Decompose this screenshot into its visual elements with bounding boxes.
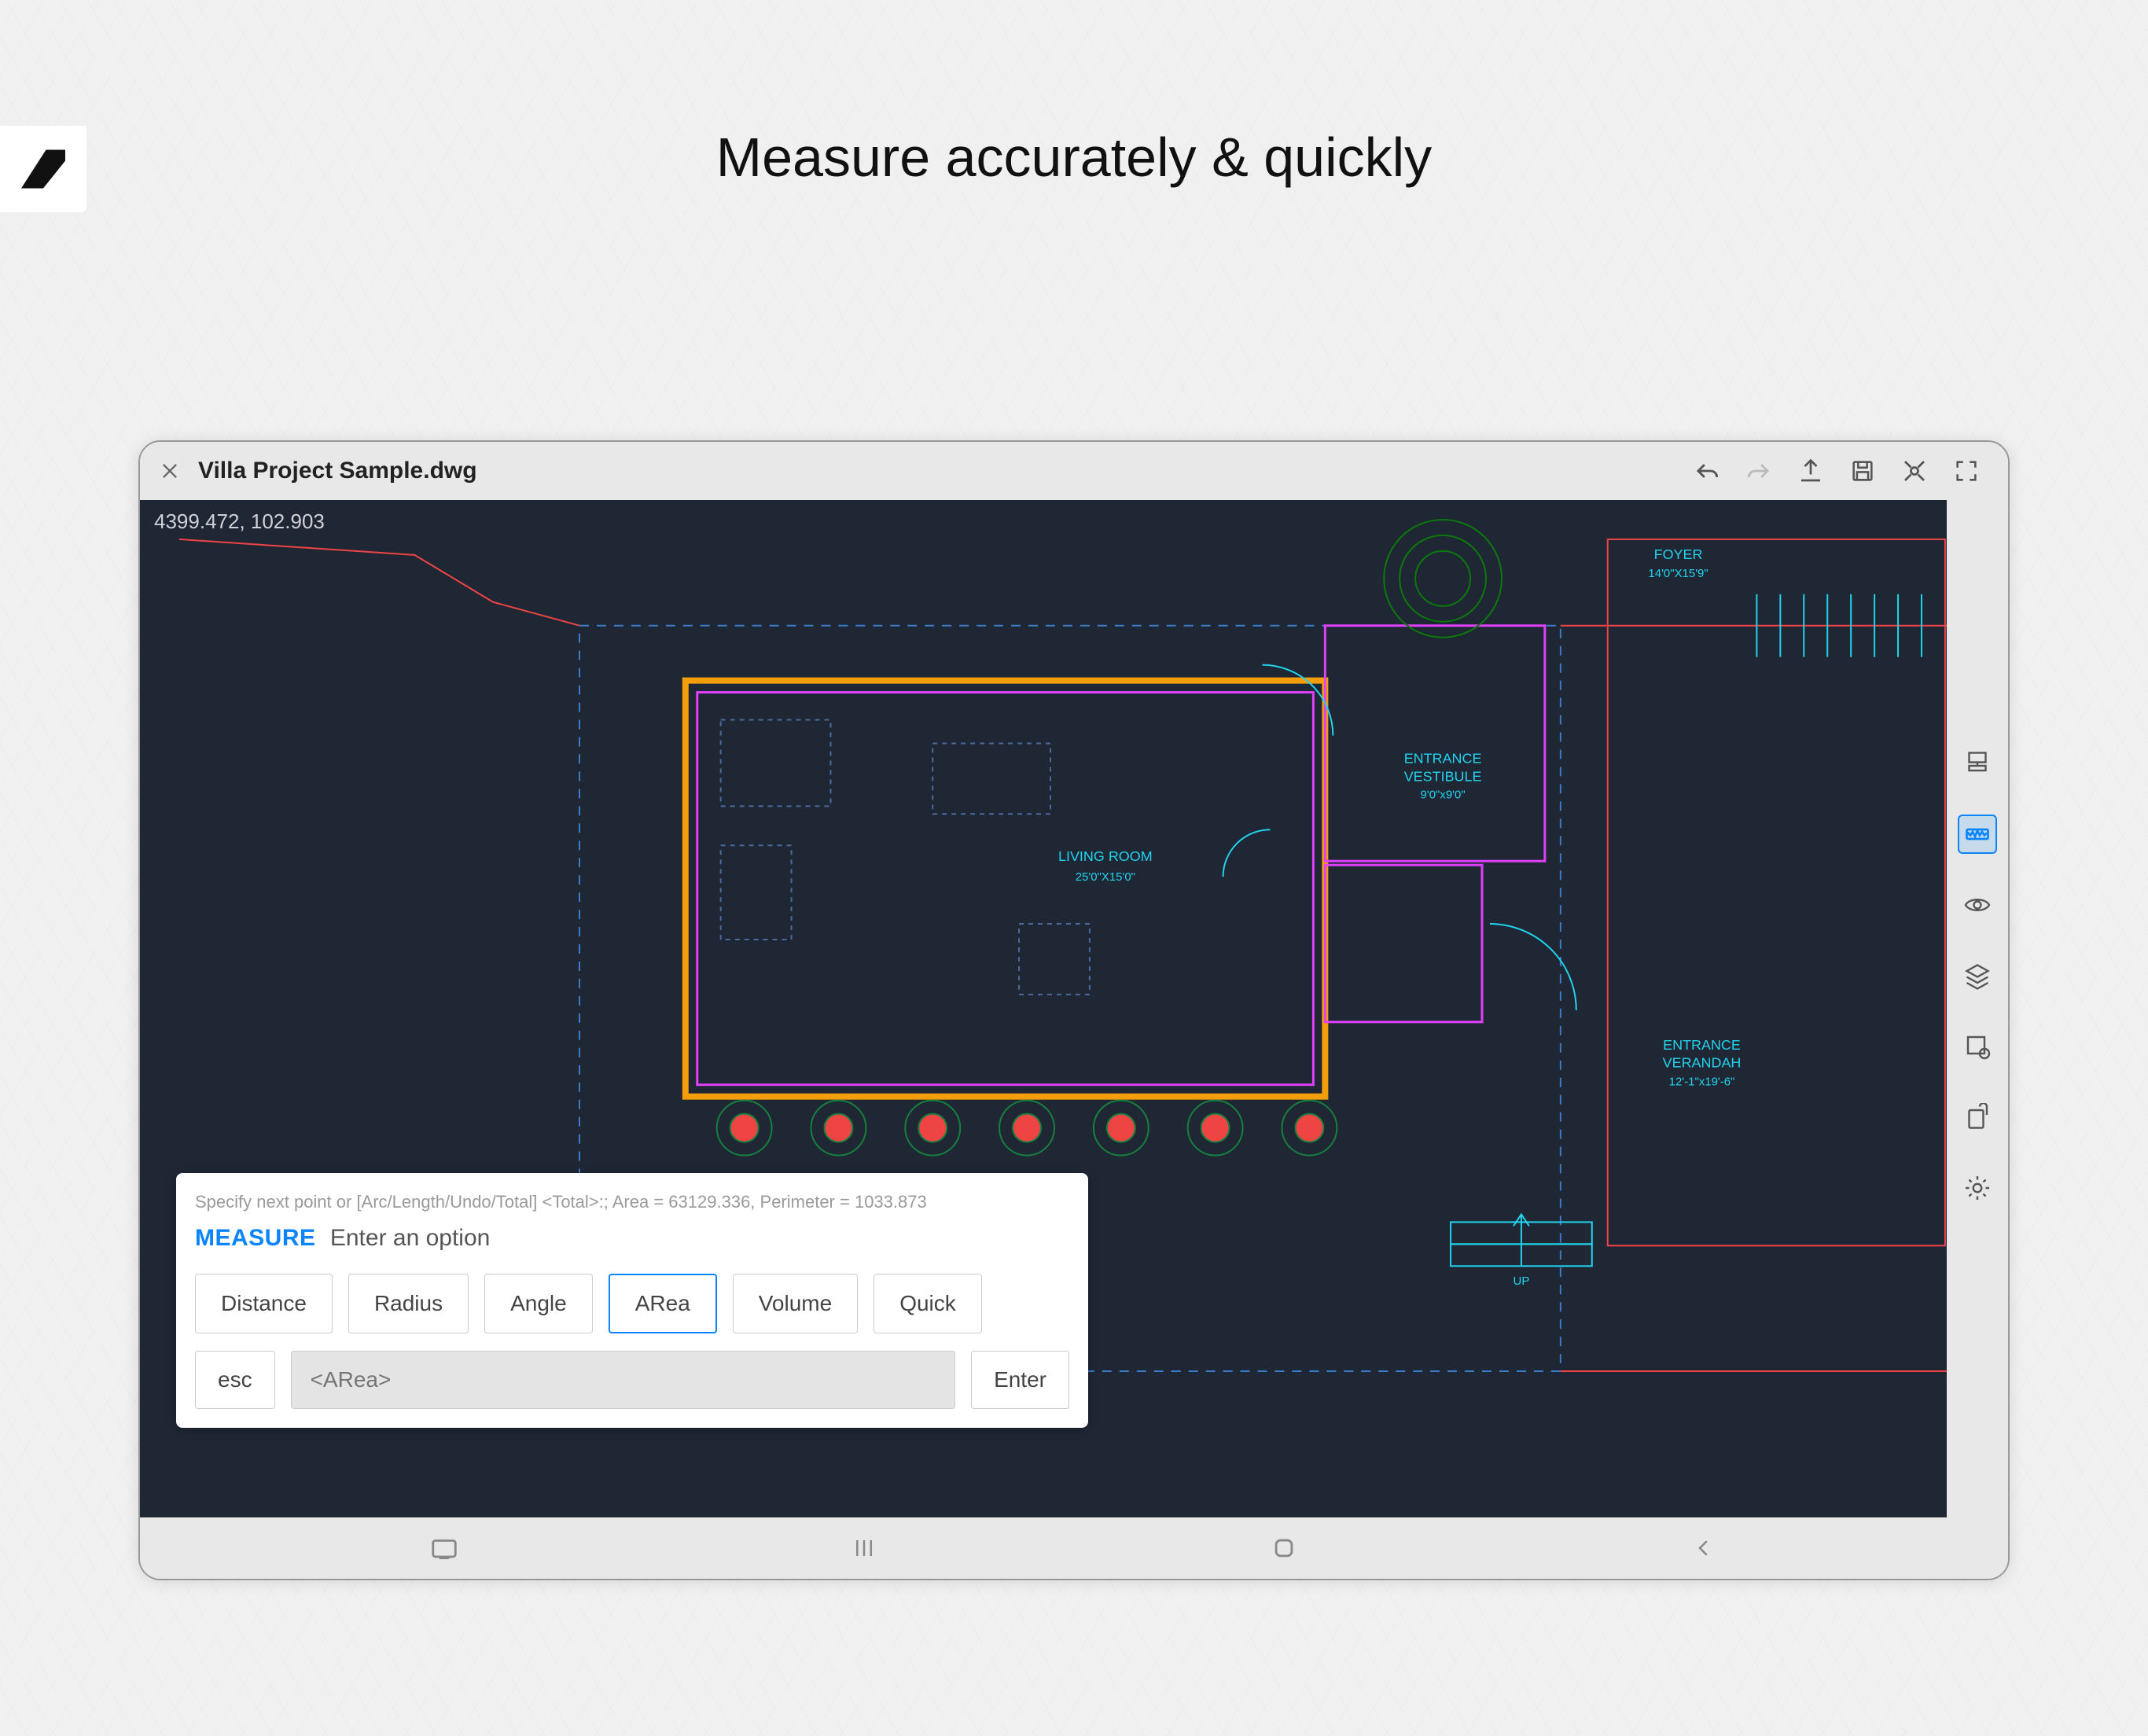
command-name: MEASURE (195, 1225, 316, 1251)
svg-text:FOYER: FOYER (1654, 546, 1703, 562)
autodesk-logo (0, 126, 86, 212)
upload-icon[interactable] (1791, 451, 1830, 491)
option-area[interactable]: ARea (609, 1274, 717, 1333)
device-nav-bar (140, 1517, 2008, 1579)
drawing-canvas[interactable]: 4399.472, 102.903 (140, 500, 1947, 1517)
device-frame: Villa Project Sample.dwg 4399.472, 102.9… (138, 440, 2010, 1580)
svg-text:25'0"X15'0": 25'0"X15'0" (1076, 870, 1135, 884)
redo-icon[interactable] (1739, 451, 1778, 491)
undo-icon[interactable] (1687, 451, 1727, 491)
command-line: MEASURE Enter an option (195, 1225, 1069, 1252)
svg-text:UP: UP (1514, 1274, 1530, 1288)
option-quick[interactable]: Quick (874, 1274, 982, 1333)
enter-button[interactable]: Enter (971, 1351, 1069, 1409)
svg-text:9'0"x9'0": 9'0"x9'0" (1421, 788, 1466, 801)
snap-icon[interactable] (1958, 1027, 1997, 1066)
save-icon[interactable] (1843, 451, 1882, 491)
zoom-extents-icon[interactable] (1895, 451, 1934, 491)
svg-text:14'0"X15'9": 14'0"X15'9" (1648, 567, 1708, 580)
svg-text:VESTIBULE: VESTIBULE (1404, 768, 1482, 784)
screenshot-icon[interactable] (425, 1528, 464, 1568)
command-hint: Enter an option (330, 1225, 490, 1251)
recents-icon[interactable] (844, 1528, 884, 1568)
eye-icon[interactable] (1958, 885, 1997, 925)
page-title: Measure accurately & quickly (0, 126, 2148, 189)
esc-button[interactable]: esc (195, 1351, 275, 1409)
svg-text:ENTRANCE: ENTRANCE (1404, 750, 1482, 766)
svg-text:ENTRANCE: ENTRANCE (1663, 1037, 1741, 1053)
command-input[interactable] (291, 1351, 955, 1409)
svg-text:12'-1"x19'-6": 12'-1"x19'-6" (1669, 1076, 1735, 1089)
attach-icon[interactable] (1958, 1098, 1997, 1137)
app-toolbar: Villa Project Sample.dwg (140, 442, 2008, 500)
command-panel: Specify next point or [Arc/Length/Undo/T… (176, 1173, 1088, 1428)
layers-icon[interactable] (1958, 956, 1997, 995)
gear-icon[interactable] (1958, 1168, 1997, 1208)
option-distance[interactable]: Distance (195, 1274, 333, 1333)
model-space-icon[interactable] (1958, 744, 1997, 783)
option-angle[interactable]: Angle (484, 1274, 593, 1333)
svg-text:VERANDAH: VERANDAH (1663, 1055, 1742, 1071)
file-name: Villa Project Sample.dwg (198, 458, 477, 484)
measure-icon[interactable] (1958, 815, 1997, 854)
option-volume[interactable]: Volume (733, 1274, 858, 1333)
svg-text:LIVING ROOM: LIVING ROOM (1058, 848, 1153, 864)
home-icon[interactable] (1264, 1528, 1304, 1568)
command-options-row: Distance Radius Angle ARea Volume Quick (195, 1274, 1069, 1333)
option-radius[interactable]: Radius (348, 1274, 469, 1333)
close-icon[interactable] (156, 457, 184, 485)
command-prompt-history: Specify next point or [Arc/Length/Undo/T… (195, 1192, 1069, 1212)
back-icon[interactable] (1684, 1528, 1723, 1568)
fullscreen-icon[interactable] (1947, 451, 1986, 491)
right-toolbar (1947, 500, 2008, 1517)
